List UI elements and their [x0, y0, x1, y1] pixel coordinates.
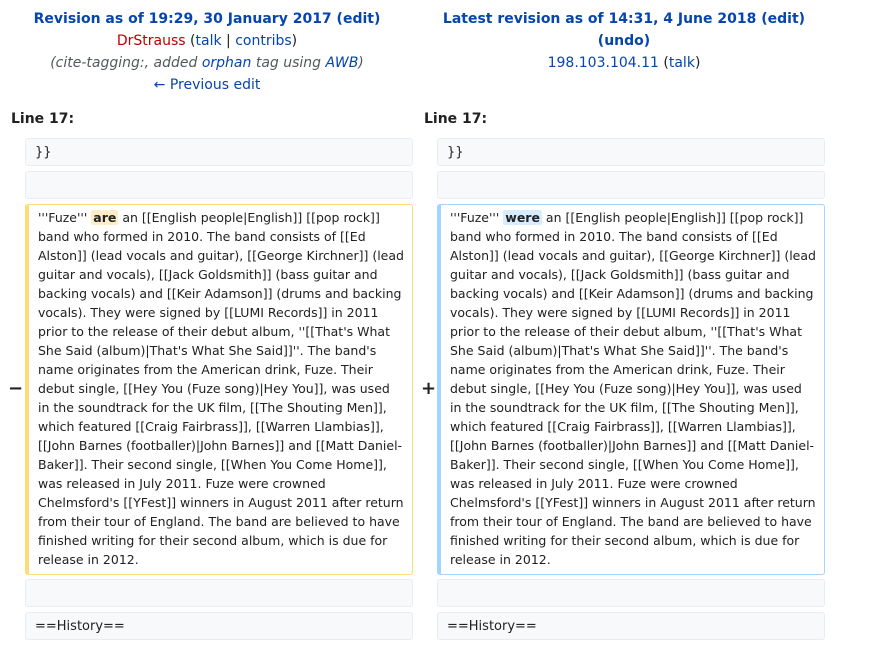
right-revision-title-link[interactable]: Latest revision as of 14:31, 4 June 2018 — [443, 11, 756, 27]
left-edit-link[interactable]: edit — [343, 11, 374, 27]
left-revision-title-link[interactable]: Revision as of 19:29, 30 January 2017 — [34, 11, 332, 27]
left-user-line: DrStrauss (talk | contribs) — [116, 33, 298, 49]
right-edit-paren-open: ( — [756, 11, 768, 27]
previous-edit-link[interactable]: ← Previous edit — [154, 77, 261, 93]
removed-line: '''Fuze''' are an [[English people|Engli… — [25, 204, 413, 575]
right-edit-paren-close: ) — [798, 11, 806, 27]
previous-edit-line: ← Previous edit — [0, 74, 414, 96]
left-line-number: Line 17: — [11, 111, 75, 127]
removed-line-prefix: '''Fuze''' — [38, 210, 92, 225]
left-context-empty-line — [25, 171, 413, 199]
left-edit-paren-close: ) — [373, 11, 381, 27]
right-edit-link[interactable]: edit — [768, 11, 799, 27]
removed-line-body: an [[English people|English]] [[pop rock… — [38, 210, 404, 567]
added-line: '''Fuze''' were an [[English people|Engl… — [437, 204, 825, 575]
left-talk-link[interactable]: talk — [196, 33, 222, 49]
summary-awb-link[interactable]: AWB — [326, 55, 359, 71]
edit-summary: (cite-tagging:, added orphan tag using A… — [0, 52, 414, 74]
added-word: were — [503, 210, 542, 225]
undo-paren-close: ) — [643, 33, 651, 49]
added-line-prefix: '''Fuze''' — [450, 210, 504, 225]
undo-line: (undo) — [414, 30, 834, 52]
removed-word: are — [91, 210, 119, 225]
right-user-line: 198.103.104.11 (talk) — [547, 55, 701, 71]
right-context-empty-line-2 — [437, 579, 825, 607]
added-line-marker: + — [421, 378, 437, 399]
left-context-empty-line-2 — [25, 579, 413, 607]
summary-orphan-link[interactable]: orphan — [202, 55, 252, 71]
left-context-history-heading: ==History== — [25, 612, 413, 640]
right-context-history-heading: ==History== — [437, 612, 825, 640]
right-line-number: Line 17: — [424, 111, 488, 127]
removed-line-marker: − — [8, 378, 24, 399]
left-link-separator: | — [226, 33, 231, 49]
right-user-link[interactable]: 198.103.104.11 — [548, 55, 659, 71]
undo-link[interactable]: undo — [604, 33, 644, 49]
summary-mid: tag using — [251, 55, 326, 71]
right-context-closing-braces: }} — [437, 138, 825, 166]
left-edit-paren-open: ( — [331, 11, 343, 27]
left-revision-header: Revision as of 19:29, 30 January 2017 (e… — [0, 8, 414, 96]
left-contribs-link[interactable]: contribs — [235, 33, 291, 49]
summary-suffix: ) — [358, 55, 364, 71]
right-revision-header: Latest revision as of 14:31, 4 June 2018… — [414, 8, 834, 74]
added-line-body: an [[English people|English]] [[pop rock… — [450, 210, 816, 567]
left-user-link[interactable]: DrStrauss — [117, 33, 186, 49]
summary-prefix: (cite-tagging:, added — [50, 55, 202, 71]
right-revision-title-line: Latest revision as of 14:31, 4 June 2018… — [414, 8, 834, 30]
right-talk-link[interactable]: talk — [669, 55, 695, 71]
right-context-empty-line — [437, 171, 825, 199]
left-context-closing-braces: }} — [25, 138, 413, 166]
left-revision-title-line: Revision as of 19:29, 30 January 2017 (e… — [0, 8, 414, 30]
